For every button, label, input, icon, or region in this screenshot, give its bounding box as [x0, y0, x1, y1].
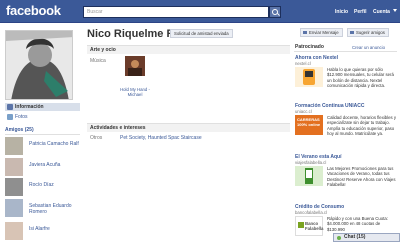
- online-status-icon: [337, 236, 341, 240]
- nav-profile-link[interactable]: Perfil: [354, 9, 367, 15]
- ad-image-text: CARRERAS 100% online: [297, 117, 321, 127]
- ad-image[interactable]: [295, 67, 323, 87]
- nav-item-photos-label: Fotos: [15, 114, 28, 120]
- nav-item-info-label: Información: [15, 104, 44, 110]
- ad-url[interactable]: uniacc.cl: [295, 109, 312, 114]
- ad-image-text: Banco Falabella: [305, 221, 324, 231]
- ad-text: Rápido y con una Buena Cuota: $4.000.000…: [327, 216, 388, 232]
- friend-item[interactable]: Rocío Díaz: [5, 178, 80, 200]
- avatar[interactable]: [5, 158, 23, 176]
- nav-account-link[interactable]: Cuenta: [373, 9, 390, 15]
- music-label: Música: [90, 58, 106, 64]
- message-icon: [303, 31, 307, 34]
- suggest-friends-label: Sugerir amigos: [356, 30, 385, 35]
- chevron-down-icon[interactable]: [393, 9, 397, 12]
- friend-item[interactable]: Sebastian Eduardo Romero: [5, 199, 80, 221]
- avatar[interactable]: [5, 222, 23, 240]
- send-message-button[interactable]: Enviar Mensaje: [300, 28, 343, 37]
- section-arts-header: Arte y ocio: [87, 45, 290, 54]
- friend-name[interactable]: Patricia Camacho Ralf: [29, 141, 79, 147]
- album-caption[interactable]: Hold My Hand - Michael: [119, 87, 151, 97]
- create-ad-link[interactable]: Crear un anuncio: [352, 45, 385, 50]
- avatar[interactable]: [5, 199, 23, 217]
- facebook-logo[interactable]: facebook: [6, 3, 61, 18]
- friend-item[interactable]: Isi Alarfre: [5, 222, 80, 244]
- sponsored-title: Patrocinado: [295, 44, 324, 50]
- friends-header[interactable]: Amigos (25): [5, 126, 80, 135]
- falabella-logo-icon: [298, 222, 304, 228]
- ad-url[interactable]: nextel.cl: [295, 61, 311, 66]
- ad-text: Calidad docente, horarios flexibles y es…: [327, 115, 397, 137]
- other-label: Otros: [90, 135, 103, 141]
- send-message-label: Enviar Mensaje: [309, 30, 339, 35]
- ad-image[interactable]: [295, 166, 323, 186]
- avatar[interactable]: [5, 137, 23, 155]
- friend-name[interactable]: Isi Alarfre: [29, 226, 79, 232]
- chat-label: Chat (15): [344, 234, 366, 240]
- photos-icon: [7, 114, 13, 120]
- top-bar: facebook Buscar Inicio Perfil Cuenta: [0, 0, 400, 23]
- profile-picture[interactable]: [5, 30, 73, 100]
- friend-item[interactable]: Javiera Acuña: [5, 158, 80, 180]
- ad-image[interactable]: CARRERAS 100% online: [295, 115, 323, 135]
- ad-url[interactable]: bancofalabella.cl: [295, 210, 327, 215]
- search-input[interactable]: Buscar: [83, 6, 269, 18]
- section-activities-header: Actividades e intereses: [87, 123, 290, 132]
- album-cover[interactable]: [125, 56, 145, 76]
- info-icon: [7, 104, 13, 110]
- nav-item-photos[interactable]: Fotos: [5, 113, 80, 121]
- friend-request-status[interactable]: Solicitud de amistad enviada: [170, 29, 233, 38]
- friend-name[interactable]: Rocío Díaz: [29, 182, 79, 188]
- suggest-friends-button[interactable]: Sugerir amigos: [347, 28, 389, 37]
- ad-image[interactable]: Banco Falabella: [295, 216, 323, 236]
- interests-value[interactable]: Pet Society, Haunted Spac Staircase: [120, 135, 202, 141]
- search-icon[interactable]: [269, 6, 281, 18]
- avatar[interactable]: [5, 178, 23, 196]
- add-friend-icon: [350, 31, 354, 34]
- nav-home-link[interactable]: Inicio: [335, 9, 348, 15]
- ad-text: Habla lo que quieras por sólo $12.900 me…: [327, 67, 394, 89]
- friend-name[interactable]: Sebastian Eduardo Romero: [29, 203, 79, 215]
- ad-text: Las Mejores Promociones para tus Vacacio…: [327, 166, 396, 188]
- chat-bar[interactable]: Chat (15): [333, 233, 400, 242]
- friend-item[interactable]: Patricia Camacho Ralf: [5, 137, 80, 159]
- ad-url[interactable]: viajesfalabella.cl: [295, 160, 326, 165]
- friend-name[interactable]: Javiera Acuña: [29, 162, 79, 168]
- nav-item-info[interactable]: Información: [5, 103, 80, 111]
